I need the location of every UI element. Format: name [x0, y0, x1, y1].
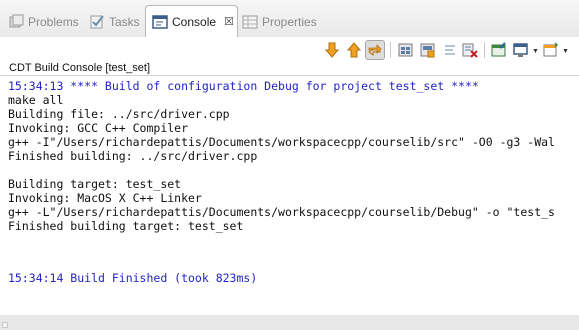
resize-grip-icon[interactable] [2, 322, 8, 328]
console-output[interactable]: 15:34:13 **** Build of configuration Deb… [0, 75, 579, 315]
console-line: 15:34:14 Build Finished (took 823ms) [8, 271, 258, 285]
chevron-down-icon[interactable]: ▼ [532, 48, 539, 55]
previous-error-icon[interactable] [344, 40, 364, 60]
console-line: Invoking: GCC C++ Compiler [8, 121, 189, 135]
console-toolbar: ▼ ▼ [0, 37, 579, 62]
console-line: Finished building: ../src/driver.cpp [8, 149, 258, 163]
console-line: Building file: ../src/driver.cpp [8, 107, 230, 121]
status-area [0, 315, 579, 330]
console-line: 15:34:13 **** Build of configuration Deb… [8, 79, 479, 93]
clear-console-icon[interactable] [440, 40, 460, 60]
tab-tasks[interactable]: Tasks [89, 8, 140, 36]
display-console-icon[interactable] [511, 40, 531, 60]
toolbar-separator [390, 42, 391, 58]
link-with-editor-icon[interactable] [365, 40, 385, 60]
console-line: Finished building target: test_set [8, 219, 244, 233]
tab-label: Problems [28, 15, 79, 29]
console-line: make all [8, 93, 64, 107]
problems-icon [8, 14, 24, 30]
tab-label: Console [172, 14, 217, 29]
toolbar-separator [484, 42, 485, 58]
scroll-lock-icon[interactable] [460, 40, 480, 60]
close-tab-icon[interactable]: ☒ [224, 15, 234, 28]
tab-label: Properties [262, 15, 317, 29]
tab-problems[interactable]: Problems [8, 8, 79, 36]
next-error-icon[interactable] [322, 40, 342, 60]
pin-console-icon[interactable] [489, 40, 509, 60]
console-line: g++ -L"/Users/richardepattis/Documents/w… [8, 205, 555, 219]
console-line: g++ -I"/Users/richardepattis/Documents/w… [8, 135, 555, 149]
tab-label: Tasks [109, 15, 140, 29]
console-line: Invoking: MacOS X C++ Linker [8, 191, 202, 205]
tasks-icon [89, 14, 105, 30]
console-title: CDT Build Console [test_set] [0, 62, 579, 75]
copy-build-log-icon[interactable] [396, 40, 416, 60]
properties-icon [242, 14, 258, 30]
console-icon [152, 14, 168, 30]
tab-properties[interactable]: Properties [242, 8, 317, 36]
tab-console[interactable]: Console ☒ [145, 5, 238, 37]
chevron-down-icon[interactable]: ▼ [562, 48, 569, 55]
save-console-icon[interactable] [418, 40, 438, 60]
view-tab-bar: Problems Tasks Console ☒ Properties [0, 0, 579, 37]
new-console-icon[interactable] [541, 40, 561, 60]
console-line: Building target: test_set [8, 177, 182, 191]
